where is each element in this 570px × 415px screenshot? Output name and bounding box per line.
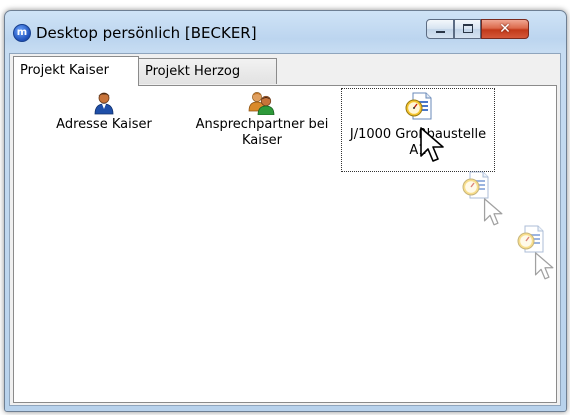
desktop-item-grossbaustelle[interactable]: J/1000 Großbaustelle A1 bbox=[341, 88, 495, 172]
app-logo-letter: m bbox=[16, 27, 28, 38]
drag-ghost-1 bbox=[461, 170, 503, 226]
desktop-item-label: Ansprechpartner bei Kaiser bbox=[195, 117, 329, 148]
client-area: Projekt Kaiser Projekt Herzog Adresse Ka… bbox=[9, 53, 561, 406]
close-icon: ✕ bbox=[499, 21, 511, 37]
ghost-cursor-icon bbox=[483, 198, 503, 226]
minimize-button[interactable] bbox=[426, 19, 454, 39]
desktop-item-ansprechpartner[interactable]: Ansprechpartner bei Kaiser bbox=[182, 91, 342, 149]
contacts-icon bbox=[248, 92, 275, 115]
desktop-item-label: J/1000 Großbaustelle A1 bbox=[349, 127, 487, 158]
app-logo-icon[interactable]: m bbox=[13, 24, 31, 42]
desktop-item-adresse-kaiser[interactable]: Adresse Kaiser bbox=[48, 91, 160, 133]
ghost-cursor-icon bbox=[534, 252, 554, 280]
minimize-icon bbox=[436, 31, 445, 33]
close-button[interactable]: ✕ bbox=[481, 19, 529, 39]
title-bar[interactable]: m Desktop persönlich [BECKER] ✕ bbox=[5, 11, 566, 51]
tab-projekt-kaiser[interactable]: Projekt Kaiser bbox=[13, 56, 139, 86]
window-title: Desktop persönlich [BECKER] bbox=[36, 24, 257, 42]
project-document-icon bbox=[405, 92, 432, 120]
mouse-cursor-icon bbox=[420, 127, 444, 162]
desktop-panel[interactable]: Adresse Kaiser Ansprechpartner bei Kaise… bbox=[13, 85, 557, 403]
person-icon bbox=[94, 92, 114, 115]
maximize-icon bbox=[463, 24, 473, 33]
drag-ghost-2 bbox=[516, 224, 554, 280]
tab-projekt-herzog[interactable]: Projekt Herzog bbox=[138, 58, 277, 84]
maximize-button[interactable] bbox=[454, 19, 481, 39]
desktop-window: m Desktop persönlich [BECKER] ✕ Projekt … bbox=[4, 10, 567, 412]
desktop-item-label: Adresse Kaiser bbox=[56, 117, 152, 132]
